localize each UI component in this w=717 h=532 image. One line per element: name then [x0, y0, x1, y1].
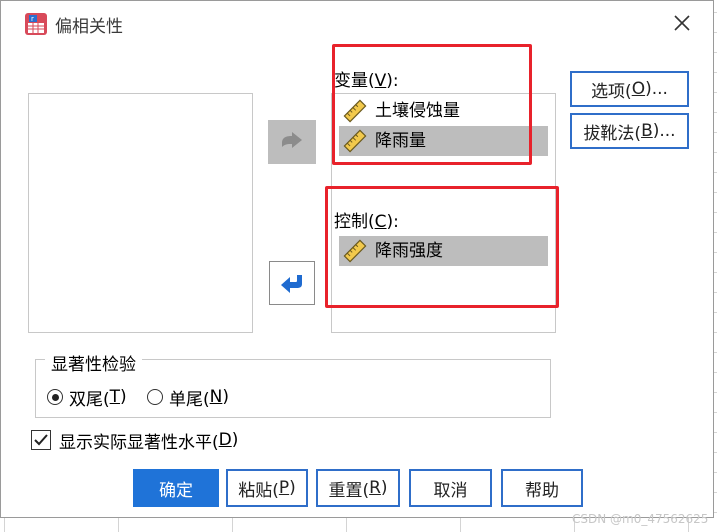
- move-to-controls-button[interactable]: [269, 261, 315, 305]
- partial-correlation-dialog: r 偏相关性 变量(V): 土壤侵蚀量 降雨量 控制(C): 降雨强度 选项(…: [0, 0, 714, 518]
- svg-text:r: r: [31, 15, 34, 23]
- controls-annotation-box: [325, 186, 559, 308]
- close-icon: [674, 15, 690, 31]
- close-button[interactable]: [669, 10, 695, 36]
- significance-test-title: 显著性检验: [45, 350, 142, 375]
- paste-button[interactable]: 粘贴(P): [226, 469, 308, 507]
- watermark: CSDN @m0_47562625: [572, 512, 709, 526]
- ok-button[interactable]: 确定: [133, 469, 219, 507]
- radio-checked-icon: [47, 389, 63, 405]
- source-variable-list[interactable]: [28, 93, 253, 333]
- radio-unchecked-icon: [147, 389, 163, 405]
- variables-annotation-box: [332, 44, 532, 165]
- help-button[interactable]: 帮助: [501, 469, 583, 507]
- bootstrap-button[interactable]: 拔靴法(B)...: [570, 113, 689, 149]
- reset-button[interactable]: 重置(R): [316, 469, 400, 507]
- move-to-variables-button[interactable]: [268, 120, 316, 164]
- cancel-button[interactable]: 取消: [409, 469, 492, 507]
- arrow-right-icon: [282, 132, 302, 148]
- dialog-title: 偏相关性: [55, 17, 123, 37]
- checkbox-checked-icon: [31, 430, 51, 450]
- spss-partial-correlation-icon: r: [23, 11, 49, 37]
- options-button[interactable]: 选项(O)...: [570, 71, 689, 107]
- display-actual-significance-checkbox[interactable]: 显示实际显著性水平(D): [31, 428, 238, 453]
- two-tailed-radio[interactable]: 双尾(T): [47, 385, 127, 410]
- one-tailed-radio[interactable]: 单尾(N): [147, 385, 229, 410]
- arrow-left-icon: [281, 275, 302, 293]
